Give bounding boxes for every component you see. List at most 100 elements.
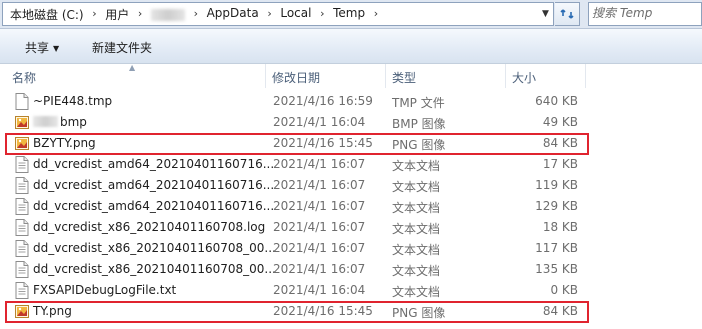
text-file-icon [15,198,29,215]
file-row[interactable]: dd_vcredist_amd64_20210401160716... 2021/… [0,154,702,175]
file-name[interactable]: dd_vcredist_amd64_20210401160716... [33,178,274,192]
file-type: 文本文档 [392,159,441,173]
new-folder-button[interactable]: 新建文件夹 [92,39,152,56]
file-name-text: dd_vcredist_amd64_20210401160716... [33,199,275,213]
column-size[interactable]: 大小 [512,69,536,86]
address-bar[interactable]: 本地磁盘 (C:) › 用户 › › AppData › Local › Tem… [2,2,554,26]
file-type: 文本文档 [392,243,441,257]
file-type: PNG 图像 [392,138,446,152]
file-name[interactable]: dd_vcredist_x86_20210401160708_00... [33,241,276,255]
image-file-icon [15,305,29,318]
file-row[interactable]: dd_vcredist_amd64_20210401160716... 2021/… [0,175,702,196]
file-date: 2021/4/16 15:45 [273,304,373,318]
file-row[interactable]: dd_vcredist_x86_20210401160708_00... 2021… [0,238,702,259]
text-file-icon [15,219,29,236]
file-type: TMP 文件 [392,96,445,110]
file-row[interactable]: dd_vcredist_x86_20210401160708.log 2021/4… [0,217,702,238]
column-divider[interactable] [385,64,386,88]
breadcrumb-separator[interactable]: › [189,6,203,22]
file-name[interactable]: bmp [33,115,87,129]
refresh-button[interactable] [555,2,580,26]
search-box[interactable] [588,2,702,26]
file-date: 2021/4/1 16:07 [273,220,366,234]
breadcrumb-local[interactable]: Local [280,6,311,20]
breadcrumb-username-obscured[interactable] [150,9,185,21]
breadcrumb-separator[interactable]: › [133,6,147,22]
image-file-icon [15,137,29,150]
file-type: 文本文档 [392,222,441,236]
sort-ascending-icon: ▲ [129,63,136,72]
file-name[interactable]: dd_vcredist_x86_20210401160708.log [33,220,265,234]
file-name-text: TY.png [33,304,72,318]
obscured-text [33,116,58,127]
file-date: 2021/4/1 16:07 [273,178,366,192]
file-size: 84 KB [542,304,578,318]
breadcrumb: 本地磁盘 (C:) › 用户 › › AppData › Local › Tem… [10,6,383,23]
breadcrumb-separator[interactable]: › [87,6,101,22]
file-name-text: dd_vcredist_amd64_20210401160716... [33,178,275,192]
file-size: 129 KB [535,199,578,213]
file-size: 135 KB [535,262,578,276]
file-name-text: BZYTY.png [33,136,96,150]
breadcrumb-drive[interactable]: 本地磁盘 (C:) [10,6,84,23]
file-date: 2021/4/1 16:07 [273,157,366,171]
column-type[interactable]: 类型 [392,69,416,86]
file-name-text: ~PIE448.tmp [33,94,113,108]
file-date: 2021/4/16 15:45 [273,136,373,150]
file-row[interactable]: dd_vcredist_amd64_20210401160716... 2021/… [0,196,702,217]
column-name[interactable]: 名称 [12,69,36,86]
file-row[interactable]: dd_vcredist_x86_20210401160708_00... 2021… [0,259,702,280]
breadcrumb-temp[interactable]: Temp [333,6,365,20]
image-file-icon [15,116,29,129]
file-type: BMP 图像 [392,117,446,131]
file-name[interactable]: dd_vcredist_x86_20210401160708_00... [33,262,276,276]
refresh-icon [560,9,574,19]
file-size: 119 KB [535,178,578,192]
file-row[interactable]: ~PIE448.tmp 2021/4/16 16:59 TMP 文件 640 KB [0,91,702,112]
breadcrumb-separator[interactable]: › [315,6,329,22]
file-name-text: FXSAPIDebugLogFile.txt [33,283,177,297]
file-name[interactable]: dd_vcredist_amd64_20210401160716... [33,199,274,213]
column-divider[interactable] [505,64,506,88]
file-date: 2021/4/16 16:59 [273,94,373,108]
file-size: 640 KB [535,94,578,108]
file-row[interactable]: bmp 2021/4/1 16:04 BMP 图像 49 KB [0,112,702,133]
file-date: 2021/4/1 16:07 [273,241,366,255]
file-name-text: dd_vcredist_x86_20210401160708_00... [33,262,276,276]
search-input[interactable] [592,5,696,21]
file-row[interactable]: TY.png 2021/4/16 15:45 PNG 图像 84 KB [0,301,702,323]
file-date: 2021/4/1 16:04 [273,283,366,297]
share-button[interactable]: 共享 ▼ [25,39,59,56]
file-row[interactable]: FXSAPIDebugLogFile.txt 2021/4/1 16:04 文本文档… [0,280,702,301]
file-date: 2021/4/1 16:04 [273,115,366,129]
address-bar-area: 本地磁盘 (C:) › 用户 › › AppData › Local › Tem… [0,0,702,29]
file-icon [15,93,29,110]
file-date: 2021/4/1 16:07 [273,262,366,276]
file-type: 文本文档 [392,285,441,299]
breadcrumb-separator[interactable]: › [369,6,383,22]
address-dropdown-icon[interactable]: ▼ [542,9,549,19]
text-file-icon [15,261,29,278]
file-name[interactable]: FXSAPIDebugLogFile.txt [33,283,176,297]
breadcrumb-users[interactable]: 用户 [105,6,129,23]
share-label: 共享 [25,41,50,55]
breadcrumb-appdata[interactable]: AppData [207,6,259,20]
file-name[interactable]: ~PIE448.tmp [33,94,112,108]
file-name[interactable]: BZYTY.png [33,136,96,150]
file-size: 17 KB [542,157,578,171]
column-date[interactable]: 修改日期 [272,69,320,86]
file-name[interactable]: dd_vcredist_amd64_20210401160716... [33,157,274,171]
file-name[interactable]: TY.png [33,304,72,318]
file-size: 0 KB [550,283,578,297]
text-file-icon [15,177,29,194]
column-divider[interactable] [585,64,586,88]
text-file-icon [15,282,29,299]
file-type: 文本文档 [392,201,441,215]
file-row[interactable]: BZYTY.png 2021/4/16 15:45 PNG 图像 84 KB [0,133,702,155]
breadcrumb-separator[interactable]: › [263,6,277,22]
file-name-text: dd_vcredist_x86_20210401160708.log [33,220,266,234]
column-divider[interactable] [265,64,266,88]
text-file-icon [15,240,29,257]
file-name-text: bmp [60,115,87,129]
file-date: 2021/4/1 16:07 [273,199,366,213]
